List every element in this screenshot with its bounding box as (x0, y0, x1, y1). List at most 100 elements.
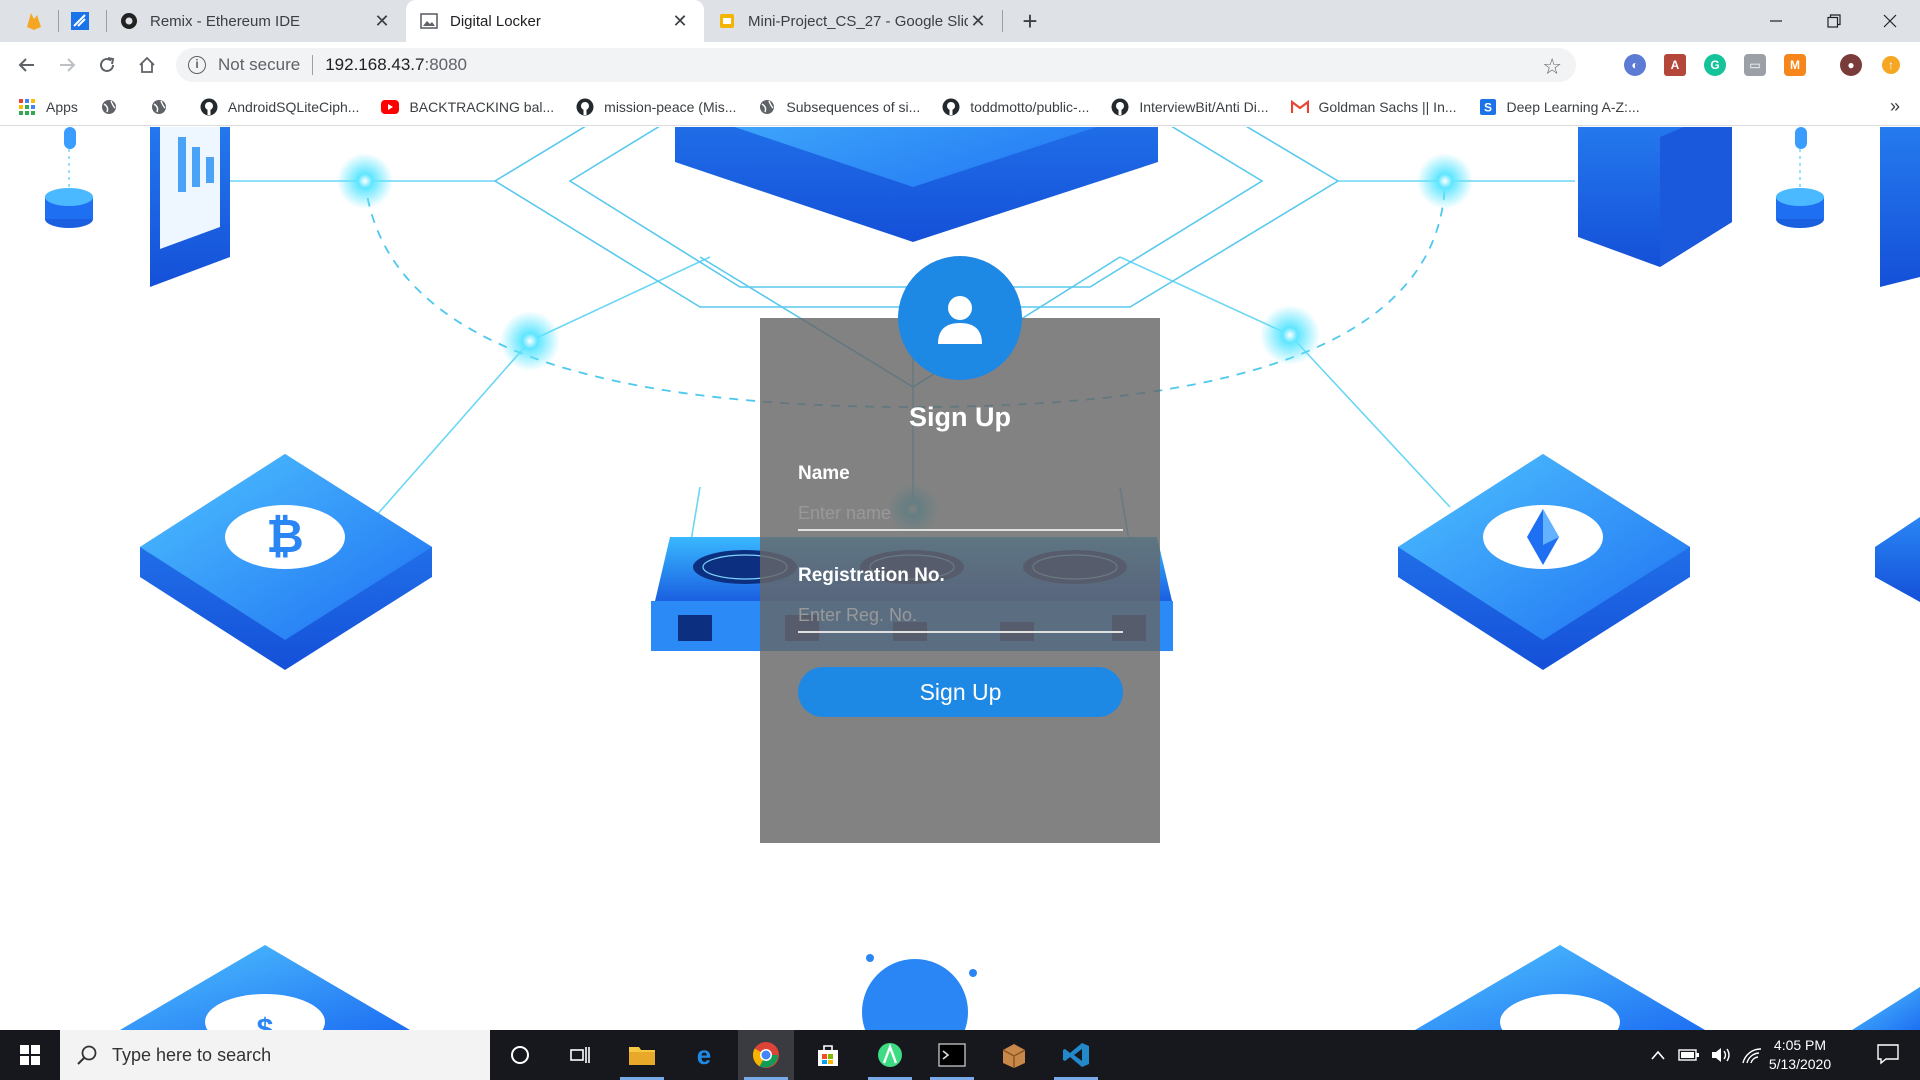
registration-label: Registration No. (798, 565, 945, 586)
volume-icon (1712, 1048, 1730, 1062)
restore-button[interactable] (1806, 0, 1862, 42)
name-input[interactable] (798, 497, 1123, 531)
store-icon (818, 1045, 838, 1066)
cortana-button[interactable] (492, 1030, 548, 1080)
arrow-right-icon (60, 58, 76, 72)
tab-title: Remix - Ethereum IDE (150, 12, 301, 30)
tab-remix[interactable]: Remix - Ethereum IDE ✕ (106, 0, 406, 42)
extension-icon[interactable]: ◐ (1624, 54, 1646, 76)
home-icon (139, 56, 155, 73)
browser-tab-strip: Remix - Ethereum IDE ✕ Digital Locker ✕ … (0, 0, 1920, 42)
notification-icon (1877, 1044, 1899, 1065)
registration-input[interactable] (798, 599, 1123, 633)
close-tab-icon[interactable]: ✕ (670, 11, 690, 31)
pdf-extension-icon[interactable]: A (1664, 54, 1686, 76)
cortana-icon (511, 1046, 529, 1064)
forward-button[interactable] (52, 50, 82, 80)
taskbar-search-box[interactable]: Type here to search (60, 1030, 490, 1080)
taskbar-chrome[interactable] (738, 1030, 794, 1080)
tab-title: Digital Locker (450, 12, 541, 30)
tab-digital-locker[interactable]: Digital Locker ✕ (406, 0, 704, 42)
search-icon (77, 1045, 97, 1065)
github-icon (1111, 98, 1129, 116)
page-image-icon (420, 12, 438, 30)
bookmark-deep-learning[interactable]: S Deep Learning A-Z:... (1479, 98, 1640, 116)
bookmark-goldman[interactable]: Goldman Sachs || In... (1290, 98, 1457, 116)
bookmark-globe-2[interactable] (150, 98, 178, 116)
update-icon[interactable]: ↑ (1882, 56, 1900, 74)
gmail-icon (1290, 98, 1309, 116)
windows-taskbar: Type here to search e 4:05 PM 5/13/2020 (0, 1030, 1920, 1080)
task-view-button[interactable] (552, 1030, 608, 1080)
chevron-up-icon (1651, 1050, 1665, 1060)
package-icon (1002, 1044, 1026, 1068)
taskbar-package-app[interactable] (986, 1030, 1042, 1080)
taskbar-android-studio[interactable] (862, 1030, 918, 1080)
chrome-icon (752, 1042, 779, 1068)
taskbar-file-explorer[interactable] (614, 1030, 670, 1080)
name-label: Name (798, 463, 850, 484)
android-studio-icon (878, 1043, 902, 1067)
flame-icon (27, 13, 41, 30)
windows-logo-icon (20, 1045, 40, 1065)
google-slides-icon (718, 12, 736, 30)
app-logo-icon (71, 12, 89, 30)
signup-title: Sign Up (909, 402, 1011, 432)
bookmarks-overflow-button[interactable]: » (1890, 96, 1900, 117)
info-icon[interactable]: i (188, 56, 206, 74)
terminal-icon (938, 1043, 966, 1067)
bookmark-toddmotto[interactable]: toddmotto/public-... (942, 98, 1089, 116)
extension-icon[interactable]: ▭ (1744, 54, 1766, 76)
battery-icon (1678, 1049, 1699, 1061)
bookmark-star-icon[interactable]: ☆ (1542, 54, 1562, 80)
taskbar-vscode[interactable] (1048, 1030, 1104, 1080)
bookmark-mission-peace[interactable]: mission-peace (Mis... (576, 98, 736, 116)
address-bar[interactable]: i Not secure 192.168.43.7:8080 ☆ (176, 48, 1576, 82)
globe-icon (758, 98, 776, 116)
taskbar-store[interactable] (800, 1030, 856, 1080)
globe-icon (150, 98, 168, 116)
close-tab-icon[interactable]: ✕ (968, 11, 988, 31)
bookmark-interviewbit[interactable]: InterviewBit/Anti Di... (1111, 98, 1269, 116)
bookmark-apps[interactable]: Apps (18, 98, 78, 116)
home-button[interactable] (132, 50, 162, 80)
minimize-button[interactable] (1748, 0, 1804, 42)
bookmark-backtracking[interactable]: BACKTRACKING bal... (381, 98, 554, 116)
url-text: 192.168.43.7:8080 (325, 55, 468, 74)
clock-time: 4:05 PM (1773, 1037, 1827, 1053)
notification-center-button[interactable] (1876, 1042, 1902, 1068)
bookmark-globe-1[interactable] (100, 98, 128, 116)
reload-button[interactable] (92, 50, 122, 80)
vscode-icon (1063, 1043, 1089, 1067)
signup-button[interactable]: Sign Up (798, 667, 1123, 717)
profile-avatar[interactable]: ● (1840, 54, 1862, 76)
close-tab-icon[interactable]: ✕ (372, 11, 392, 31)
globe-icon (100, 98, 118, 116)
pinned-tab-firebase[interactable] (14, 6, 54, 36)
youtube-icon (381, 98, 400, 116)
user-avatar-icon (898, 256, 1022, 380)
browser-toolbar: i Not secure 192.168.43.7:8080 ☆ ◐ A G ▭… (0, 42, 1920, 88)
tab-google-slides[interactable]: Mini-Project_CS_27 - Google Slid ✕ (704, 0, 1002, 42)
restore-icon (1827, 14, 1841, 28)
taskbar-terminal[interactable] (924, 1030, 980, 1080)
bookmark-subsequences[interactable]: Subsequences of si... (758, 98, 920, 116)
system-clock[interactable]: 4:05 PM 5/13/2020 (1750, 1036, 1850, 1074)
svg-text:₿: ₿ (266, 510, 304, 562)
svg-text:S: S (1484, 100, 1492, 114)
clock-date: 5/13/2020 (1768, 1056, 1832, 1072)
grammarly-icon[interactable]: G (1704, 54, 1726, 76)
pinned-tab-app[interactable] (60, 6, 100, 36)
bookmark-androidsqlite[interactable]: AndroidSQLiteCiph... (200, 98, 359, 116)
taskbar-edge[interactable]: e (676, 1030, 732, 1080)
new-tab-button[interactable]: + (1015, 6, 1045, 36)
arrow-left-icon (18, 58, 34, 72)
github-icon (576, 98, 594, 116)
start-button[interactable] (0, 1030, 60, 1080)
reload-icon (100, 57, 115, 72)
svg-text:e: e (697, 1042, 711, 1068)
metamask-icon[interactable]: M (1784, 54, 1806, 76)
close-window-button[interactable] (1862, 0, 1918, 42)
back-button[interactable] (12, 50, 42, 80)
bookmarks-bar: Apps AndroidSQLiteCiph... BACKTRACKING b… (0, 88, 1920, 126)
